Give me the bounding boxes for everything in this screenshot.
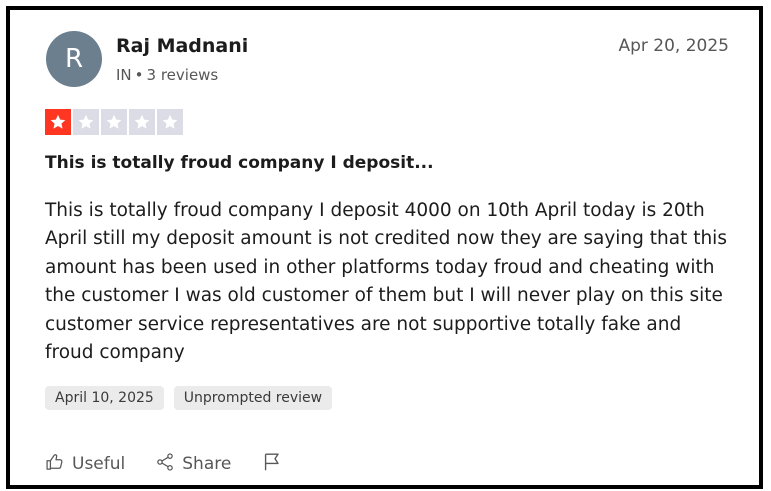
review-type-badge: Unprompted review xyxy=(173,386,333,410)
author-name[interactable]: Raj Madnani xyxy=(116,35,248,57)
useful-button[interactable]: Useful xyxy=(45,452,125,477)
experience-date-badge: April 10, 2025 xyxy=(45,386,164,410)
flag-icon xyxy=(261,451,283,477)
star-icon xyxy=(157,109,183,135)
star-icon xyxy=(45,109,71,135)
useful-label: Useful xyxy=(72,454,126,474)
review-date: Apr 20, 2025 xyxy=(618,36,729,56)
star-icon xyxy=(129,109,155,135)
share-icon xyxy=(155,452,175,477)
author-country: IN xyxy=(116,66,132,84)
review-card: R Raj Madnani IN • 3 reviews Apr 20, 2025 … xyxy=(6,6,763,489)
avatar[interactable]: R xyxy=(46,31,102,87)
thumbs-up-icon xyxy=(45,452,65,477)
author-meta: IN • 3 reviews xyxy=(116,66,218,84)
star-icon xyxy=(73,109,99,135)
review-text: This is totally froud company I deposit … xyxy=(45,200,727,364)
star-rating xyxy=(45,109,183,135)
avatar-initial: R xyxy=(64,44,84,74)
share-label: Share xyxy=(182,454,232,474)
meta-separator: • xyxy=(134,66,144,84)
review-tags: April 10, 2025 Unprompted review xyxy=(45,386,333,410)
author-review-count: 3 reviews xyxy=(146,66,219,84)
review-actions: Useful Share xyxy=(45,451,283,477)
report-button[interactable] xyxy=(261,451,283,477)
star-icon xyxy=(101,109,127,135)
review-title[interactable]: This is totally froud company I deposit.… xyxy=(45,153,434,173)
share-button[interactable]: Share xyxy=(155,452,231,477)
